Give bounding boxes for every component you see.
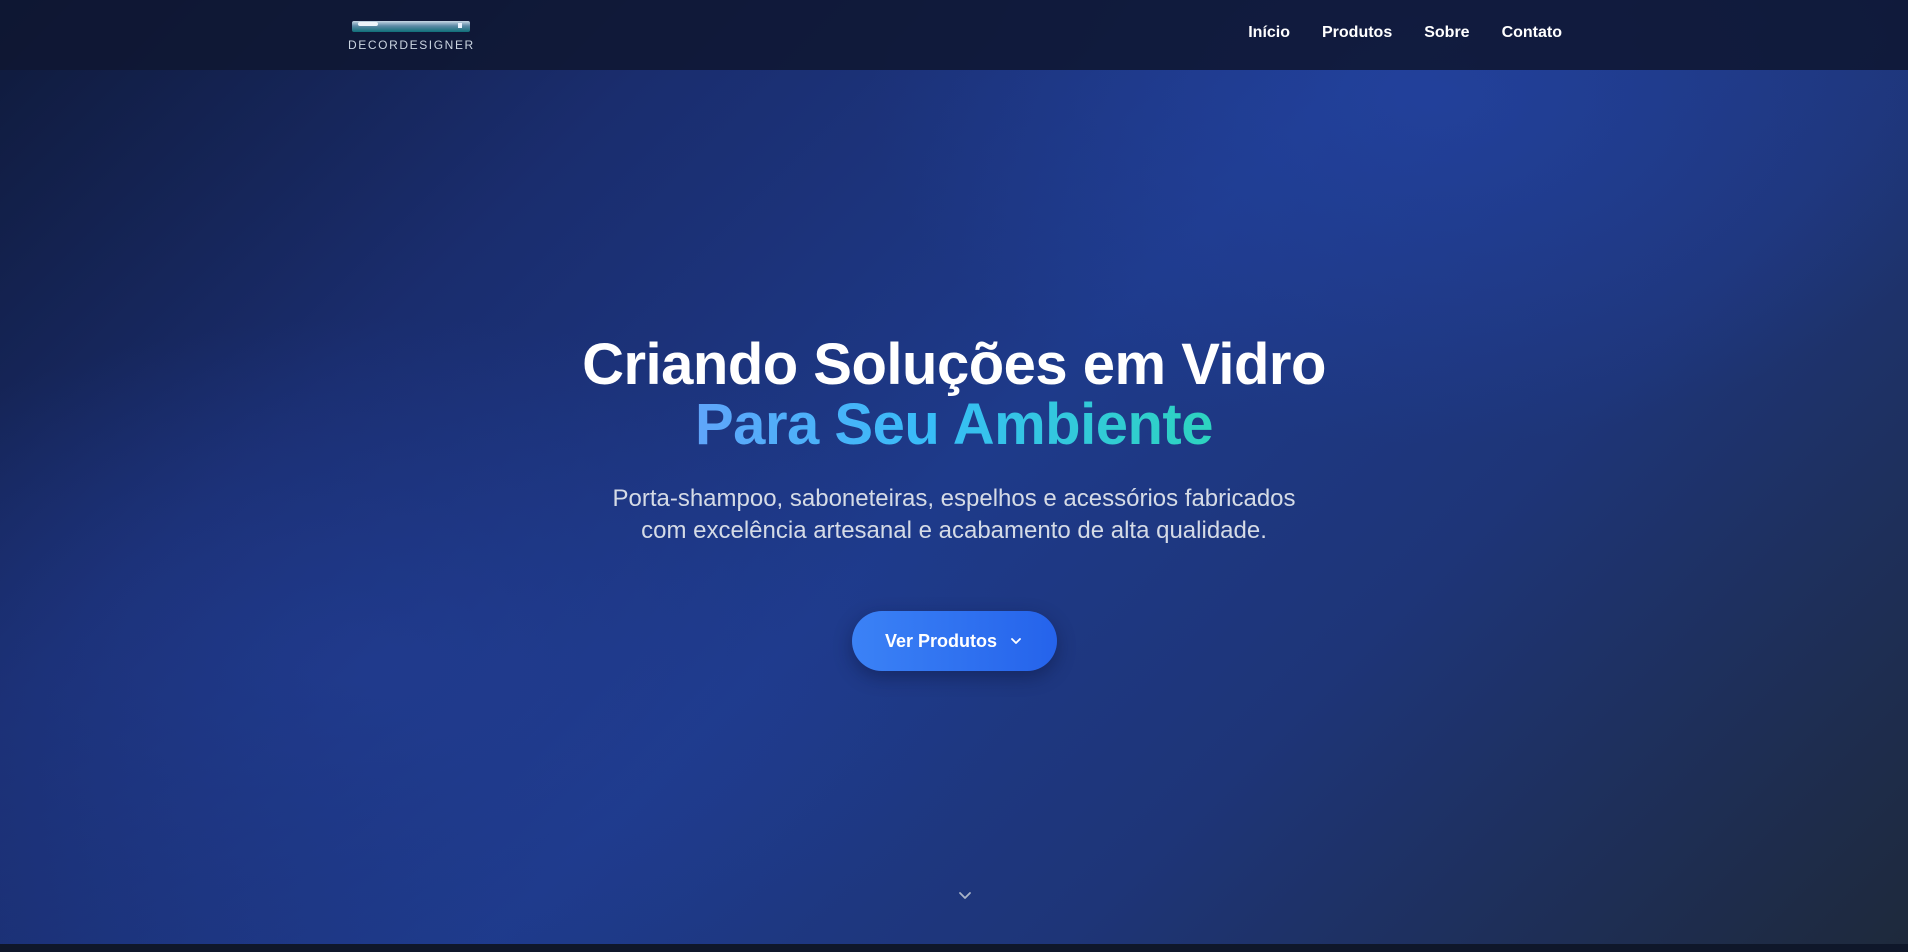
site-header: DECORDESIGNER Início Produtos Sobre Cont… (0, 0, 1908, 70)
hero-section: Criando Soluções em Vidro Para Seu Ambie… (0, 335, 1908, 671)
chevron-down-icon (1011, 638, 1021, 644)
hero-subtitle-line2: com excelência artesanal e acabamento de… (641, 517, 1267, 544)
hero-title: Criando Soluções em Vidro Para Seu Ambie… (0, 335, 1908, 455)
hero-title-line2: Para Seu Ambiente (695, 392, 1213, 457)
ver-produtos-button[interactable]: Ver Produtos (851, 611, 1057, 671)
page: DECORDESIGNER Início Produtos Sobre Cont… (0, 0, 1908, 952)
hero-subtitle: Porta-shampoo, saboneteiras, espelhos e … (574, 483, 1334, 547)
main-nav: Início Produtos Sobre Contato (1248, 24, 1562, 42)
hero-subtitle-line1: Porta-shampoo, saboneteiras, espelhos e … (612, 485, 1296, 512)
hero-title-line1: Criando Soluções em Vidro (582, 332, 1326, 397)
ver-produtos-label: Ver Produtos (884, 630, 998, 651)
scroll-down-indicator[interactable] (957, 887, 973, 903)
nav-item-produtos[interactable]: Produtos (1322, 24, 1392, 42)
next-section-edge (0, 944, 1908, 952)
nav-item-contato[interactable]: Contato (1502, 24, 1562, 42)
chevron-down-icon (959, 892, 971, 899)
logo-glass-shelf-icon (352, 21, 470, 32)
nav-item-inicio[interactable]: Início (1248, 24, 1290, 42)
logo[interactable]: DECORDESIGNER (348, 18, 478, 56)
nav-item-sobre[interactable]: Sobre (1424, 24, 1469, 42)
logo-text: DECORDESIGNER (348, 38, 475, 52)
